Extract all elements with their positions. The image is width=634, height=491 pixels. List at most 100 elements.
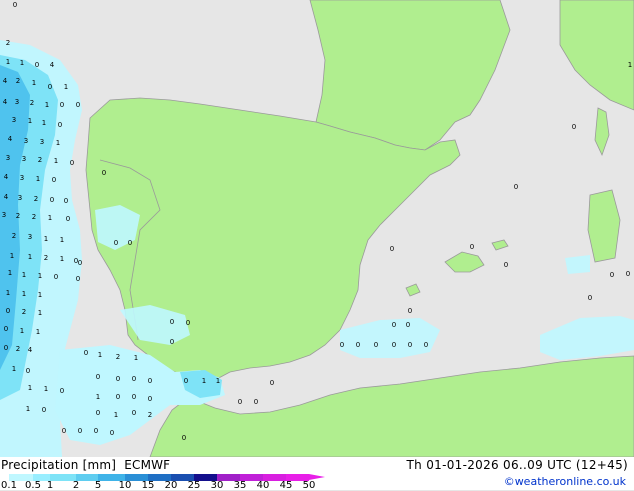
- map-value-label: 0: [148, 377, 152, 385]
- map-value-label: 0: [4, 325, 8, 333]
- color-scale-tick-label: 45: [279, 480, 293, 491]
- map-value-label: 0: [588, 294, 592, 302]
- title-text: Precipitation [mm]: [1, 458, 117, 472]
- map-value-label: 0: [96, 373, 100, 381]
- map-value-label: 0: [392, 321, 396, 329]
- map-value-label: 4: [4, 193, 9, 201]
- map-value-label: 1: [60, 255, 64, 263]
- map-value-label: 0: [132, 409, 136, 417]
- map-value-label: 0: [84, 349, 88, 357]
- map-value-label: 0: [13, 1, 17, 9]
- land-sardinia: [587, 189, 621, 263]
- map-value-label: 0: [60, 387, 64, 395]
- map-value-label: 1: [44, 235, 48, 243]
- map-value-label: 2: [12, 232, 16, 240]
- color-scale-tick-label: 10: [118, 480, 132, 491]
- map-value-label: 0: [132, 393, 136, 401]
- map-value-label: 0: [408, 307, 412, 315]
- map-value-label: 1: [28, 384, 32, 392]
- credit-link[interactable]: ©weatheronline.co.uk: [504, 475, 626, 488]
- map-value-label: 2: [16, 212, 20, 220]
- map-value-label: 1: [28, 117, 32, 125]
- map-value-label: 3: [12, 116, 16, 124]
- map-value-label: 1: [26, 405, 30, 413]
- map-value-label: 0: [390, 245, 394, 253]
- map-footer: Precipitation [mm] ECMWF Th 01-01-2026 0…: [0, 457, 634, 491]
- map-viewer: 0211044210143210031104331332104310432003…: [0, 0, 634, 491]
- color-scale-tick-label: 25: [187, 480, 201, 491]
- map-value-label: 3: [40, 138, 44, 146]
- map-value-label: 2: [30, 99, 34, 107]
- map-value-label: 3: [22, 155, 26, 163]
- map-value-label: 1: [12, 365, 16, 373]
- map-value-label: 0: [42, 406, 46, 414]
- map-value-label: 4: [3, 98, 8, 106]
- map-value-label: 0: [504, 261, 508, 269]
- map-value-label: 1: [42, 119, 46, 127]
- map-value-label: 0: [170, 318, 174, 326]
- map-value-label: 0: [58, 121, 62, 129]
- map-value-label: 0: [406, 321, 410, 329]
- map-value-label: 1: [38, 291, 42, 299]
- map-value-label: 3: [28, 233, 32, 241]
- color-scale-tick-label: 40: [256, 480, 270, 491]
- map-value-label: 1: [38, 309, 42, 317]
- map-value-label: 1: [56, 139, 60, 147]
- map-value-label: 4: [4, 173, 9, 181]
- map-value-label: 0: [182, 434, 186, 442]
- map-value-label: 1: [32, 79, 36, 87]
- map-value-label: 1: [8, 269, 12, 277]
- map-value-label: 1: [38, 272, 42, 280]
- map-value-label: 0: [48, 83, 52, 91]
- map-value-label: 3: [2, 211, 6, 219]
- map-value-label: 2: [34, 195, 38, 203]
- map-value-label: 4: [28, 346, 33, 354]
- map-value-label: 0: [70, 159, 74, 167]
- map-value-label: 1: [22, 290, 26, 298]
- map-value-label: 3: [18, 194, 22, 202]
- map-value-label: 2: [16, 345, 20, 353]
- map-value-label: 2: [32, 213, 36, 221]
- map-value-label: 4: [8, 135, 13, 143]
- map-value-label: 1: [44, 385, 48, 393]
- map-value-label: 0: [66, 215, 70, 223]
- map-value-label: 1: [114, 411, 118, 419]
- map-value-label: 0: [184, 377, 188, 385]
- map-value-label: 0: [270, 379, 274, 387]
- map-title: Precipitation [mm] ECMWF: [1, 458, 170, 472]
- map-value-label: 0: [54, 273, 58, 281]
- map-value-label: 0: [470, 243, 474, 251]
- map-value-label: 0: [408, 341, 412, 349]
- map-value-label: 1: [6, 289, 10, 297]
- map-value-label: 1: [96, 393, 100, 401]
- map-value-label: 0: [94, 427, 98, 435]
- map-value-label: 0: [96, 409, 100, 417]
- map-value-label: 0: [132, 375, 136, 383]
- map-value-label: 0: [116, 393, 120, 401]
- map-value-label: 0: [340, 341, 344, 349]
- map-value-label: 2: [44, 254, 48, 262]
- color-scale-tick-label: 15: [141, 480, 155, 491]
- map-value-label: 0: [62, 427, 66, 435]
- map-value-label: 0: [114, 239, 118, 247]
- color-scale-tick-label: 1: [46, 480, 54, 491]
- map-value-label: 2: [148, 411, 152, 419]
- color-scale-tick-label: 0.5: [25, 480, 41, 491]
- map-value-label: 0: [186, 319, 190, 327]
- map-value-label: 0: [572, 123, 576, 131]
- map-value-label: 0: [170, 338, 174, 346]
- map-value-label: 0: [514, 183, 518, 191]
- map-value-label: 0: [392, 341, 396, 349]
- map-value-label: 1: [216, 377, 220, 385]
- map-value-label: 0: [26, 367, 30, 375]
- color-scale-tick-label: 0.1: [1, 480, 17, 491]
- map-value-label: 3: [6, 154, 10, 162]
- map-value-label: 0: [76, 275, 80, 283]
- map-value-label: 4: [3, 77, 8, 85]
- model-name: ECMWF: [124, 458, 171, 472]
- map-value-label: 0: [610, 271, 614, 279]
- map-value-label: 0: [110, 429, 114, 437]
- map-value-label: 1: [22, 271, 26, 279]
- map-value-label: 1: [60, 236, 64, 244]
- map-value-label: 0: [626, 270, 630, 278]
